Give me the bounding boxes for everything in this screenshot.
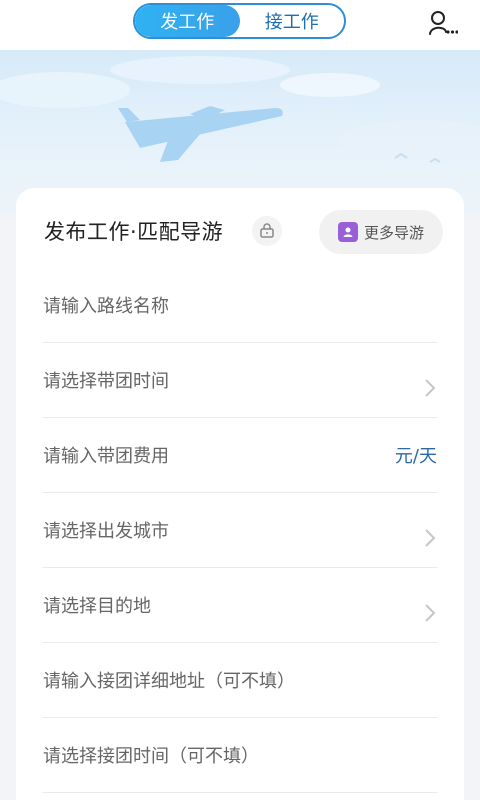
tour-fee-placeholder: 请输入带团费用 bbox=[43, 446, 169, 467]
tour-fee-field[interactable]: 请输入带团费用 元/天 bbox=[43, 418, 437, 493]
pickup-time-picker[interactable]: 请选择接团时间（可不填） bbox=[43, 718, 437, 793]
chevron-right-icon bbox=[425, 529, 436, 547]
tab-take-work[interactable]: 接工作 bbox=[240, 5, 345, 37]
more-guides-button[interactable]: 更多导游 bbox=[319, 210, 443, 254]
tour-time-placeholder: 请选择带团时间 bbox=[43, 371, 169, 392]
user-search-icon bbox=[429, 11, 458, 35]
pickup-address-field[interactable]: 请输入接团详细地址（可不填） bbox=[43, 643, 437, 718]
pickup-time-placeholder: 请选择接团时间（可不填） bbox=[43, 746, 259, 767]
tour-time-picker[interactable]: 请选择带团时间 bbox=[43, 343, 437, 418]
card-title: 发布工作·匹配导游 bbox=[44, 220, 224, 244]
post-work-card: 发布工作·匹配导游 更多导游 请输入路线名称 请选择带团时间 请输入带团费用 元… bbox=[16, 188, 464, 800]
work-mode-switch: 发工作 接工作 bbox=[133, 3, 346, 39]
destination-picker[interactable]: 请选择目的地 bbox=[43, 568, 437, 643]
user-menu-button[interactable] bbox=[426, 8, 460, 38]
route-name-field[interactable]: 请输入路线名称 bbox=[43, 268, 437, 343]
departure-city-picker[interactable]: 请选择出发城市 bbox=[43, 493, 437, 568]
more-guides-label: 更多导游 bbox=[363, 223, 424, 242]
post-work-form: 请输入路线名称 请选择带团时间 请输入带团费用 元/天 请选择出发城市 请选择目… bbox=[43, 268, 437, 793]
lock-icon bbox=[260, 223, 274, 238]
chevron-right-icon bbox=[425, 379, 436, 397]
destination-placeholder: 请选择目的地 bbox=[43, 596, 151, 617]
guide-badge-icon bbox=[337, 222, 358, 242]
top-bar: 发工作 接工作 bbox=[0, 0, 480, 50]
fee-unit-label: 元/天 bbox=[394, 446, 437, 467]
pickup-address-placeholder: 请输入接团详细地址（可不填） bbox=[43, 671, 295, 692]
tab-post-work[interactable]: 发工作 bbox=[135, 5, 240, 37]
departure-city-placeholder: 请选择出发城市 bbox=[43, 521, 169, 542]
route-name-placeholder: 请输入路线名称 bbox=[43, 296, 169, 317]
lock-chip[interactable] bbox=[252, 216, 282, 246]
chevron-right-icon bbox=[425, 604, 436, 622]
